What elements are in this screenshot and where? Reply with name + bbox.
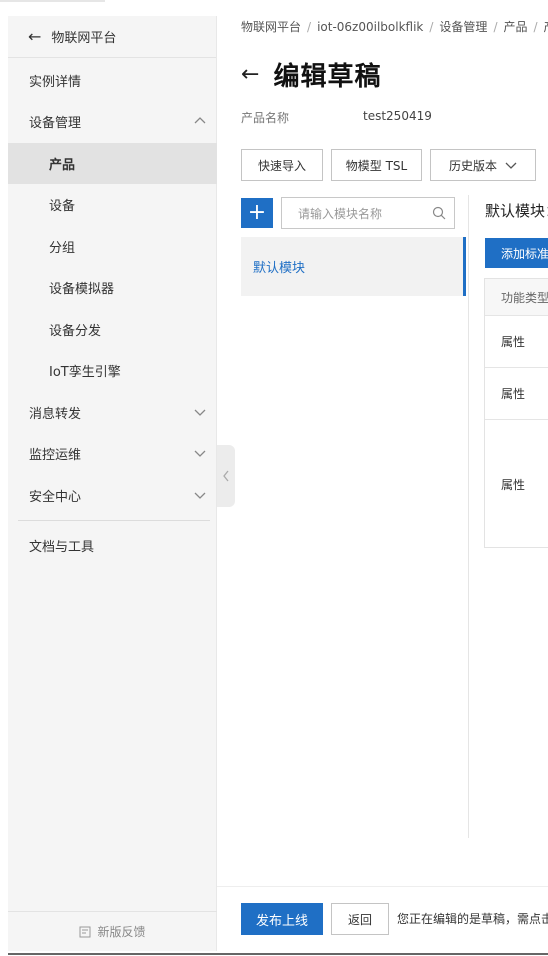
sidebar-collapse-handle[interactable] (217, 445, 235, 507)
table-cell: 属性 (501, 335, 526, 349)
panel-divider (468, 195, 469, 838)
sidebar-item-security-center[interactable]: 安全中心 (8, 475, 217, 516)
tsl-label: 物模型 TSL (345, 158, 408, 173)
search-icon (432, 206, 446, 220)
chevron-up-icon (194, 117, 206, 124)
history-version-dropdown[interactable]: 历史版本 (430, 149, 536, 181)
module-detail-title: 默认模块： (485, 202, 548, 220)
sidebar-item-device-management[interactable]: 设备管理 (8, 101, 217, 142)
sidebar-item-iot-twin-engine[interactable]: IoT孪生引擎 (8, 350, 217, 391)
top-edge-line (0, 0, 105, 2)
sidebar-item-label: 文档与工具 (29, 540, 95, 555)
arrow-left-icon: ← (28, 26, 42, 46)
publish-label: 发布上线 (255, 913, 308, 929)
chevron-left-icon (223, 470, 229, 482)
tsl-button[interactable]: 物模型 TSL (331, 149, 422, 181)
breadcrumb-item[interactable]: 设备管理 (439, 20, 487, 34)
chevron-down-icon (194, 492, 206, 499)
sidebar-item-label: IoT孪生引擎 (49, 365, 121, 380)
sidebar-item-instance-details[interactable]: 实例详情 (8, 60, 217, 101)
module-label: 默认模块 (253, 261, 306, 276)
sidebar-item-label: 设备 (49, 199, 76, 214)
sidebar-back-label: 物联网平台 (51, 31, 117, 46)
sidebar-item-label: 分组 (49, 241, 76, 256)
history-label: 历史版本 (448, 158, 497, 173)
module-list-item[interactable]: 默认模块 (241, 237, 466, 296)
function-table: 功能类型 属性 属性 属性 (484, 278, 548, 548)
sidebar-item-label: 消息转发 (29, 407, 82, 422)
return-button[interactable]: 返回 (331, 903, 389, 935)
sidebar-item-label: 设备分发 (49, 324, 102, 339)
chevron-down-icon (194, 409, 206, 416)
breadcrumb-item[interactable]: iot-06z00ilbolkflik (317, 20, 423, 34)
sidebar-item-label: 设备管理 (29, 116, 82, 131)
table-row[interactable]: 属性 (485, 420, 548, 548)
table-header: 功能类型 (485, 279, 548, 316)
feedback-icon (79, 926, 91, 937)
sidebar-item-label: 安全中心 (29, 490, 82, 505)
sidebar-item-message-forwarding[interactable]: 消息转发 (8, 392, 217, 433)
page-header: ← 编辑草稿 (241, 56, 381, 93)
product-name-label: 产品名称 (241, 111, 290, 125)
sidebar-item-label: 产品 (49, 158, 76, 173)
sidebar-divider (18, 520, 210, 521)
sidebar-item-label: 设备模拟器 (49, 282, 115, 297)
add-standard-function-button[interactable]: 添加标准功能 (485, 238, 548, 268)
bottom-edge-line (8, 953, 548, 955)
sidebar-item-label: 实例详情 (29, 75, 82, 90)
chevron-down-icon (505, 162, 517, 169)
feedback-label: 新版反馈 (97, 925, 146, 939)
publish-button[interactable]: 发布上线 (241, 903, 323, 935)
quick-import-button[interactable]: 快速导入 (241, 149, 323, 181)
breadcrumb-separator: / (533, 20, 538, 34)
sidebar-item-device-simulator[interactable]: 设备模拟器 (8, 267, 217, 308)
sidebar: ← 物联网平台 实例详情 设备管理 产品 设备 分组 设备模拟器 设备分发 Io… (8, 16, 217, 951)
breadcrumb-item[interactable]: 产品 (503, 20, 527, 34)
sidebar-item-group[interactable]: 分组 (8, 226, 217, 267)
sidebar-item-device-distribution[interactable]: 设备分发 (8, 309, 217, 350)
sidebar-item-docs-tools[interactable]: 文档与工具 (8, 525, 217, 566)
add-module-button[interactable]: + (241, 198, 273, 228)
feedback-link[interactable]: 新版反馈 (8, 911, 217, 951)
draft-notice: 您正在编辑的是草稿，需点击 (397, 912, 548, 926)
sidebar-item-product[interactable]: 产品 (8, 143, 217, 184)
table-row[interactable]: 属性 (485, 316, 548, 368)
return-label: 返回 (347, 912, 372, 927)
sidebar-back-link[interactable]: ← 物联网平台 (8, 16, 216, 58)
plus-icon: + (247, 200, 267, 225)
column-header-function-type: 功能类型 (501, 290, 548, 305)
table-row[interactable]: 属性 (485, 368, 548, 420)
breadcrumb-separator: / (307, 20, 312, 34)
sidebar-item-monitoring[interactable]: 监控运维 (8, 433, 217, 474)
quick-import-label: 快速导入 (257, 158, 306, 173)
sidebar-item-device[interactable]: 设备 (8, 184, 217, 225)
breadcrumb-item[interactable]: 物联网平台 (241, 20, 301, 34)
breadcrumb-item[interactable]: 产 (544, 20, 548, 34)
add-standard-label: 添加标准功能 (501, 246, 548, 261)
chevron-down-icon (194, 450, 206, 457)
table-cell: 属性 (501, 477, 526, 492)
breadcrumb-separator: / (493, 20, 498, 34)
breadcrumb-separator: / (429, 20, 434, 34)
module-search-input[interactable]: 请输入模块名称 (281, 197, 455, 229)
sidebar-item-label: 监控运维 (29, 448, 82, 463)
page-title: 编辑草稿 (273, 62, 382, 92)
back-arrow-icon[interactable]: ← (241, 62, 259, 87)
product-name-value: test250419 (363, 109, 432, 123)
search-placeholder: 请输入模块名称 (298, 206, 383, 221)
breadcrumb: 物联网平台 / iot-06z00ilbolkflik / 设备管理 / 产品 / 产 (241, 18, 548, 35)
table-cell: 属性 (501, 387, 526, 401)
